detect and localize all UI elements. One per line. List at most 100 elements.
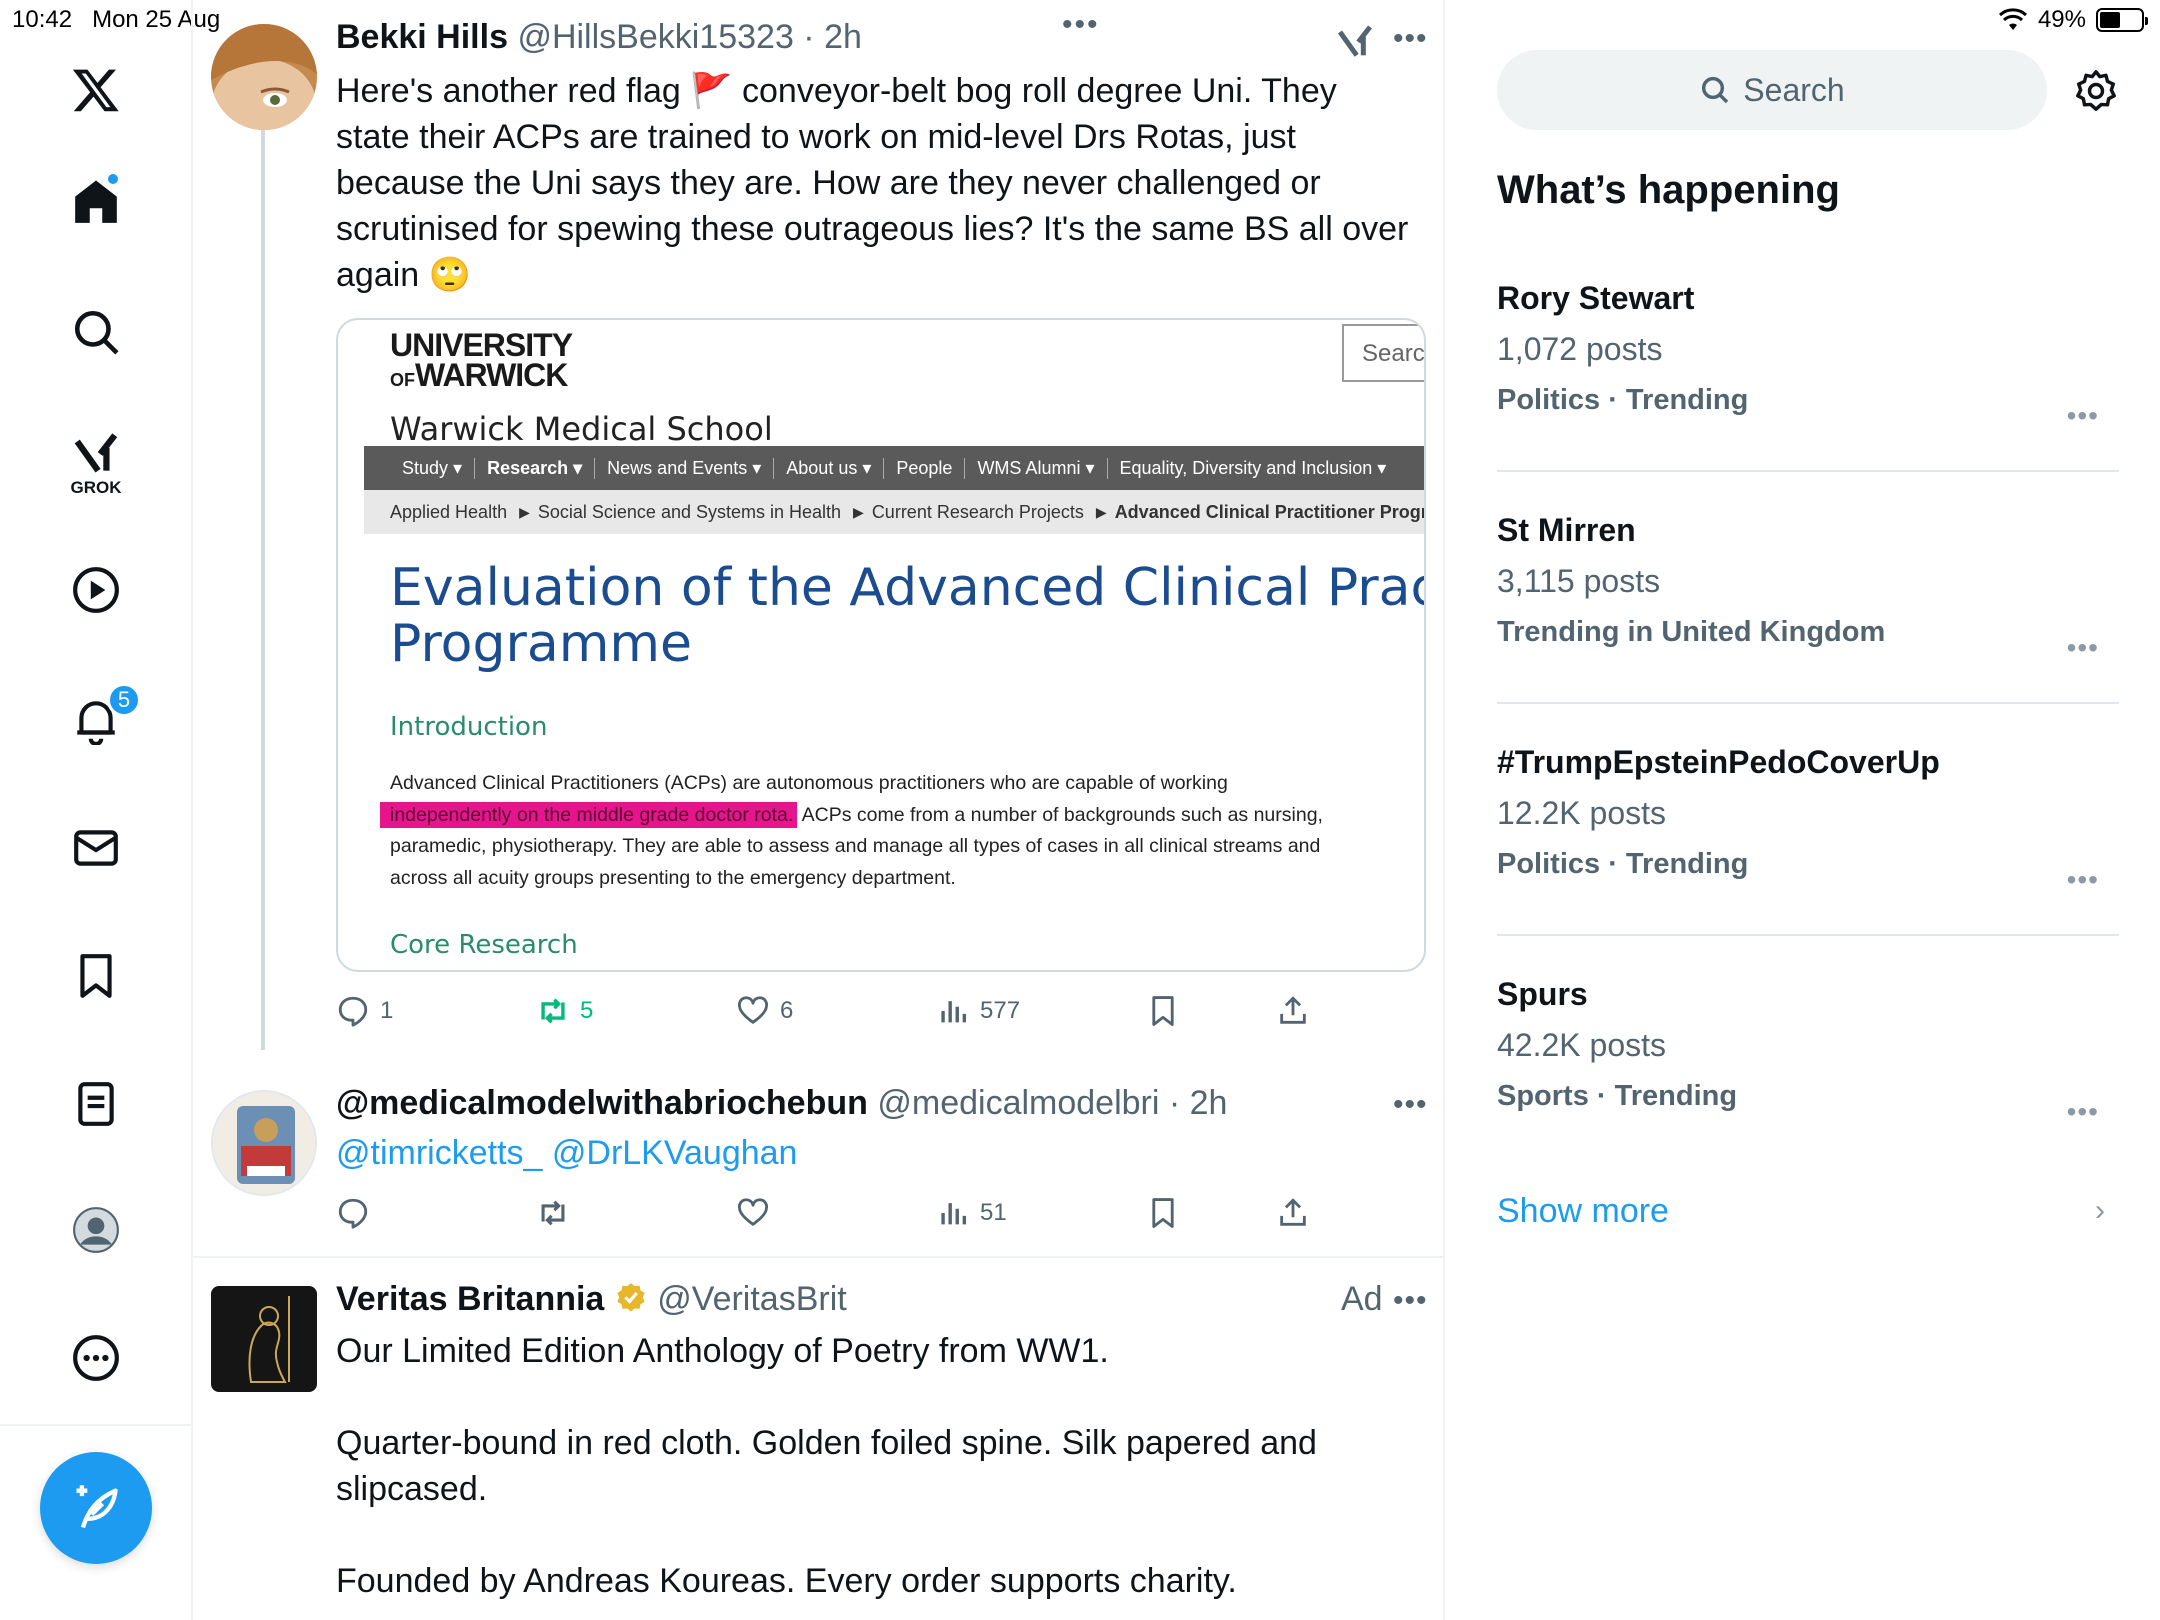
verified-badge-icon	[617, 1283, 645, 1312]
views-chart-icon	[941, 1001, 967, 1023]
compose-feather-icon	[76, 1485, 118, 1529]
share-button[interactable]	[1276, 1196, 1310, 1230]
grok-explain-icon[interactable]	[1335, 22, 1375, 67]
tweet-divider	[193, 1256, 1445, 1258]
author-name[interactable]: Veritas Britannia	[336, 1280, 604, 1318]
trend-item[interactable]: #TrumpEpsteinPedoCoverUp 12.2K posts Pol…	[1497, 744, 2117, 895]
avatar[interactable]	[211, 1286, 317, 1392]
tweet-actions: 51	[336, 1196, 1336, 1246]
video-icon[interactable]	[60, 554, 132, 626]
tweet-line: scrutinised for spewing these outrageous…	[336, 210, 1409, 248]
tweet-body: Our Limited Edition Anthology of Poetry …	[336, 1332, 1317, 1600]
trend-item[interactable]: Rory Stewart 1,072 posts Politics · Tren…	[1497, 280, 2117, 431]
warwick-logo: UNIVERSITY OFWARWICK	[390, 327, 573, 393]
trend-divider	[1497, 934, 2119, 936]
bookmark-button[interactable]	[1146, 1196, 1180, 1230]
lists-icon[interactable]	[60, 1068, 132, 1140]
repost-button[interactable]	[536, 1196, 570, 1230]
left-nav: GROK 5	[0, 0, 193, 1620]
show-more-link[interactable]: Show more	[1497, 1192, 1669, 1231]
ad-label: Ad	[1341, 1280, 1383, 1318]
school-name: Warwick Medical School	[390, 410, 773, 448]
avatar[interactable]	[211, 24, 317, 130]
compose-post-button[interactable]	[40, 1452, 152, 1564]
repost-icon	[541, 998, 565, 1024]
home-unread-dot	[106, 172, 120, 186]
settings-gear-icon[interactable]	[2073, 68, 2119, 114]
author-name[interactable]: Bekki Hills	[336, 18, 508, 56]
notifications-badge: 5	[107, 683, 141, 717]
mentions-text[interactable]: @timricketts_ @DrLKVaughan	[336, 1130, 797, 1176]
tweet-actions: 1 5 6 577	[336, 994, 1336, 1044]
timeline: Bekki Hills @HillsBekki15323 · 2h ••• He…	[193, 0, 1445, 1620]
tweet-image[interactable]: UNIVERSITY OFWARWICK Searc Warwick Medic…	[336, 318, 1426, 972]
tweet-time[interactable]: 2h	[824, 18, 862, 56]
search-input[interactable]: Search	[1497, 50, 2047, 130]
share-icon	[1280, 996, 1306, 1024]
chevron-right-icon: ›	[2095, 1194, 2105, 1227]
nav-divider	[0, 1424, 193, 1426]
card-search-box: Searc	[1342, 324, 1424, 382]
trend-divider	[1497, 470, 2119, 472]
tweet-time[interactable]: 2h	[1190, 1084, 1228, 1122]
heart-icon	[738, 996, 768, 1024]
card-title: Evaluation of the Advanced Clinical Prac…	[390, 558, 1426, 674]
views-button[interactable]: 577	[936, 994, 1020, 1028]
trend-divider	[1497, 702, 2119, 704]
home-icon[interactable]	[60, 166, 132, 238]
trend-item[interactable]: St Mirren 3,115 posts Trending in United…	[1497, 512, 2117, 663]
card-intro-heading: Introduction	[390, 712, 548, 742]
tweet-header: Veritas Britannia @VeritasBrit	[336, 1280, 847, 1319]
site-menu: Study ▾ Research ▾ News and Events ▾ Abo…	[364, 446, 1424, 490]
bookmarks-icon[interactable]	[60, 940, 132, 1012]
highlighted-text: independently on the middle grade doctor…	[380, 801, 798, 828]
author-name[interactable]: @medicalmodelwithabriochebun	[336, 1084, 868, 1122]
repost-icon	[541, 1200, 565, 1226]
grok-label: GROK	[70, 478, 122, 497]
repost-button[interactable]: 5	[536, 994, 593, 1028]
like-button[interactable]	[736, 1196, 770, 1230]
search-icon[interactable]	[60, 296, 132, 368]
reply-button[interactable]	[336, 1196, 370, 1230]
trend-more-icon[interactable]: •••	[2067, 400, 2099, 432]
thread-line	[261, 130, 265, 1050]
site-breadcrumb: Applied Health ▶ Social Science and Syste…	[364, 490, 1424, 534]
search-icon	[1702, 76, 1729, 104]
more-options-icon[interactable]: •••	[1393, 1088, 1428, 1122]
card-body-text: Advanced Clinical Practitioners (ACPs) a…	[380, 768, 1420, 894]
views-button[interactable]: 51	[936, 1196, 1007, 1230]
like-button[interactable]: 6	[736, 994, 793, 1028]
tweet-line: again 🙄	[336, 256, 471, 294]
share-icon	[1280, 1198, 1306, 1226]
reply-button[interactable]: 1	[336, 994, 393, 1028]
tweet-line: state their ACPs are trained to work on …	[336, 118, 1296, 156]
tweet-header: Bekki Hills @HillsBekki15323 · 2h	[336, 18, 862, 56]
trend-more-icon[interactable]: •••	[2067, 632, 2099, 664]
whats-happening-title: What’s happening	[1497, 168, 1840, 212]
avatar[interactable]	[211, 1090, 317, 1196]
author-handle[interactable]: @HillsBekki15323	[517, 18, 793, 56]
card-core-heading: Core Research	[390, 930, 578, 960]
author-handle[interactable]: @medicalmodelbri	[877, 1084, 1159, 1122]
messages-mail-icon[interactable]	[60, 812, 132, 884]
tweet-body: Here's another red flag 🚩 conveyor-belt …	[336, 68, 1416, 298]
tweet-line: Here's another red flag 🚩 conveyor-belt …	[336, 72, 1337, 110]
trend-more-icon[interactable]: •••	[2067, 1096, 2099, 1128]
bookmark-icon	[1152, 1198, 1174, 1228]
x-logo-icon[interactable]	[60, 54, 132, 126]
trend-item[interactable]: Spurs 42.2K posts Sports · Trending •••	[1497, 976, 2117, 1127]
right-sidebar: Search What’s happening Rory Stewart 1,0…	[1445, 0, 2160, 1620]
bookmark-button[interactable]	[1146, 994, 1180, 1028]
author-handle[interactable]: @VeritasBrit	[657, 1280, 846, 1318]
heart-icon	[738, 1198, 768, 1226]
tweet-line: because the Uni says they are. How are t…	[336, 164, 1321, 202]
more-options-icon[interactable]: •••	[1393, 1284, 1428, 1318]
profile-avatar-icon[interactable]	[60, 1194, 132, 1266]
trend-more-icon[interactable]: •••	[2067, 864, 2099, 896]
more-options-icon[interactable]	[60, 1322, 132, 1394]
reply-icon	[338, 996, 368, 1027]
share-button[interactable]	[1276, 994, 1310, 1028]
more-options-icon[interactable]: •••	[1393, 22, 1428, 56]
views-chart-icon	[941, 1203, 967, 1225]
bookmark-icon	[1152, 996, 1174, 1026]
